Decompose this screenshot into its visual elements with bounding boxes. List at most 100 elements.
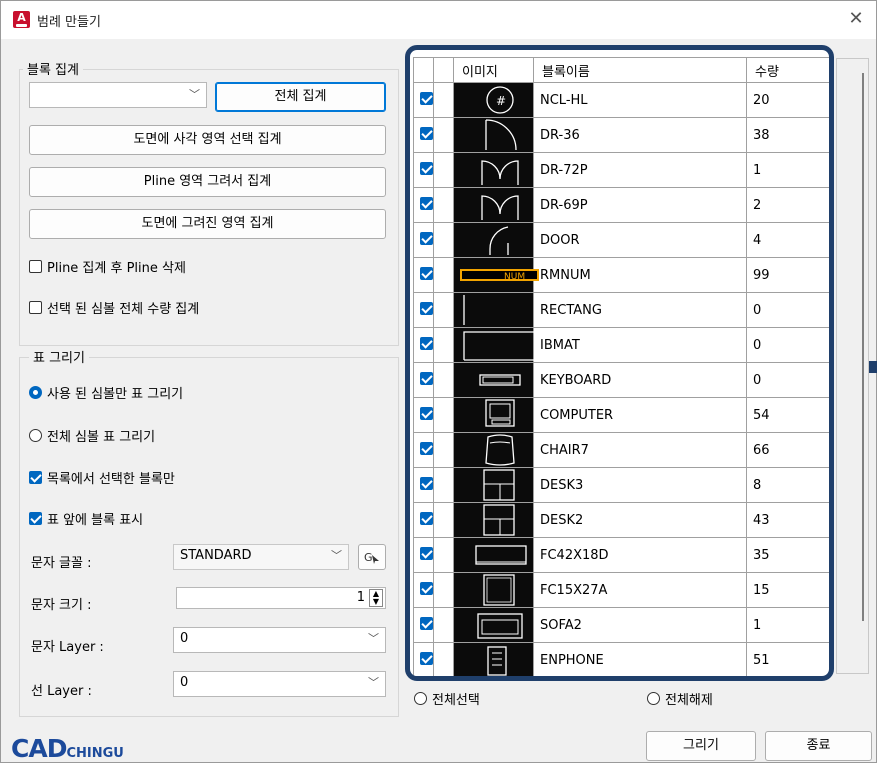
table-row[interactable]: COMPUTER 54 <box>413 397 829 433</box>
line-layer-label: 선 Layer : <box>31 684 92 699</box>
exit-button[interactable]: 종료 <box>765 731 872 761</box>
row-select-cell[interactable] <box>413 432 434 468</box>
table-row[interactable]: DR-69P 2 <box>413 187 829 223</box>
radio-all-symbols[interactable]: 전체 심볼 표 그리기 <box>29 426 155 445</box>
row-block-name: DESK3 <box>533 467 747 503</box>
row-checkbox[interactable] <box>420 336 433 350</box>
scrollbar-thumb[interactable] <box>862 73 864 621</box>
row-blank-cell <box>433 152 454 188</box>
row-quantity: 43 <box>746 502 829 538</box>
circle-hash-icon: # <box>486 86 514 114</box>
row-blank-cell <box>433 117 454 153</box>
row-block-name: RECTANG <box>533 292 747 328</box>
stepper-arrows-icon[interactable]: ▲ ▼ <box>369 589 383 607</box>
row-checkbox[interactable] <box>420 161 433 175</box>
mat-icon <box>463 331 537 361</box>
row-select-cell[interactable] <box>413 467 434 503</box>
table-row[interactable]: DR-72P 1 <box>413 152 829 188</box>
row-blank-cell <box>433 432 454 468</box>
row-thumbnail <box>453 432 534 468</box>
computer-icon <box>485 399 515 427</box>
row-checkbox[interactable] <box>420 616 433 630</box>
row-select-cell[interactable] <box>413 537 434 573</box>
row-checkbox[interactable] <box>420 651 433 665</box>
rect-select-count-button[interactable]: 도면에 사각 영역 선택 집계 <box>29 125 386 155</box>
block-filter-combo[interactable]: ﹀ <box>29 82 207 108</box>
pick-font-button[interactable]: G <box>358 544 386 570</box>
deselect-all-radio[interactable]: 전체해제 <box>647 689 713 708</box>
row-select-cell[interactable] <box>413 642 434 676</box>
row-select-cell[interactable] <box>413 82 434 118</box>
file-cabinet-tall-icon <box>483 574 515 606</box>
row-checkbox[interactable] <box>420 301 433 315</box>
header-blank-col <box>433 57 454 83</box>
all-qty-checkbox[interactable]: 선택 된 심볼 전체 수량 집계 <box>29 298 199 317</box>
all-count-button[interactable]: 전체 집계 <box>215 82 386 112</box>
table-row[interactable]: DOOR 4 <box>413 222 829 258</box>
row-checkbox[interactable] <box>420 441 433 455</box>
drawn-area-count-button[interactable]: 도면에 그려진 영역 집계 <box>29 209 386 239</box>
table-row[interactable]: DR-36 38 <box>413 117 829 153</box>
only-selected-checkbox[interactable]: 목록에서 선택한 블록만 <box>29 468 175 487</box>
delete-pline-checkbox[interactable]: Pline 집계 후 Pline 삭제 <box>29 257 186 276</box>
table-row[interactable]: RECTANG 0 <box>413 292 829 328</box>
table-row[interactable]: DESK2 43 <box>413 502 829 538</box>
row-select-cell[interactable] <box>413 117 434 153</box>
line-layer-combo[interactable]: 0 ﹀ <box>173 671 386 697</box>
header-select-col <box>413 57 434 83</box>
row-select-cell[interactable] <box>413 572 434 608</box>
table-row[interactable]: DESK3 8 <box>413 467 829 503</box>
table-row[interactable]: NUM RMNUM 99 <box>413 257 829 293</box>
show-block-label: 표 앞에 블록 표시 <box>47 513 144 528</box>
row-checkbox[interactable] <box>420 581 433 595</box>
table-row[interactable]: IBMAT 0 <box>413 327 829 363</box>
row-checkbox[interactable] <box>420 266 433 280</box>
table-row[interactable]: FC42X18D 35 <box>413 537 829 573</box>
row-select-cell[interactable] <box>413 152 434 188</box>
row-select-cell[interactable] <box>413 257 434 293</box>
row-select-cell[interactable] <box>413 607 434 643</box>
row-select-cell[interactable] <box>413 327 434 363</box>
row-select-cell[interactable] <box>413 292 434 328</box>
row-checkbox[interactable] <box>420 511 433 525</box>
close-button[interactable]: ✕ <box>844 7 868 31</box>
row-select-cell[interactable] <box>413 222 434 258</box>
table-row[interactable]: # NCL-HL 20 <box>413 82 829 118</box>
row-checkbox[interactable] <box>420 476 433 490</box>
row-checkbox[interactable] <box>420 126 433 140</box>
chevron-down-icon: ﹀ <box>331 549 342 562</box>
text-layer-combo[interactable]: 0 ﹀ <box>173 627 386 653</box>
deselect-all-label: 전체해제 <box>665 693 713 708</box>
row-checkbox[interactable] <box>420 406 433 420</box>
row-select-cell[interactable] <box>413 362 434 398</box>
pline-draw-count-button[interactable]: Pline 영역 그려서 집계 <box>29 167 386 197</box>
row-select-cell[interactable] <box>413 187 434 223</box>
row-checkbox[interactable] <box>420 231 433 245</box>
row-block-name: IBMAT <box>533 327 747 363</box>
table-row[interactable]: FC15X27A 15 <box>413 572 829 608</box>
row-select-cell[interactable] <box>413 397 434 433</box>
table-row[interactable]: KEYBOARD 0 <box>413 362 829 398</box>
row-blank-cell <box>433 537 454 573</box>
row-checkbox[interactable] <box>420 91 433 105</box>
window-title: 범례 만들기 <box>37 15 101 30</box>
select-all-radio[interactable]: 전체선택 <box>414 689 480 708</box>
draw-button[interactable]: 그리기 <box>646 731 756 761</box>
radio-used-symbols[interactable]: 사용 된 심볼만 표 그리기 <box>29 383 183 402</box>
row-checkbox[interactable] <box>420 196 433 210</box>
header-image: 이미지 <box>453 57 534 83</box>
row-thumbnail <box>453 502 534 538</box>
svg-text:G: G <box>364 551 373 564</box>
show-block-checkbox[interactable]: 표 앞에 블록 표시 <box>29 509 143 528</box>
row-checkbox[interactable] <box>420 546 433 560</box>
size-stepper[interactable]: 1 ▲ ▼ <box>176 587 386 609</box>
row-checkbox[interactable] <box>420 371 433 385</box>
row-thumbnail <box>453 537 534 573</box>
table-row[interactable]: CHAIR7 66 <box>413 432 829 468</box>
table-row[interactable]: ENPHONE 51 <box>413 642 829 676</box>
list-scrollbar[interactable] <box>836 58 869 674</box>
door-swing-icon <box>485 119 517 151</box>
row-select-cell[interactable] <box>413 502 434 538</box>
font-combo[interactable]: STANDARD ﹀ <box>173 544 349 570</box>
table-row[interactable]: SOFA2 1 <box>413 607 829 643</box>
